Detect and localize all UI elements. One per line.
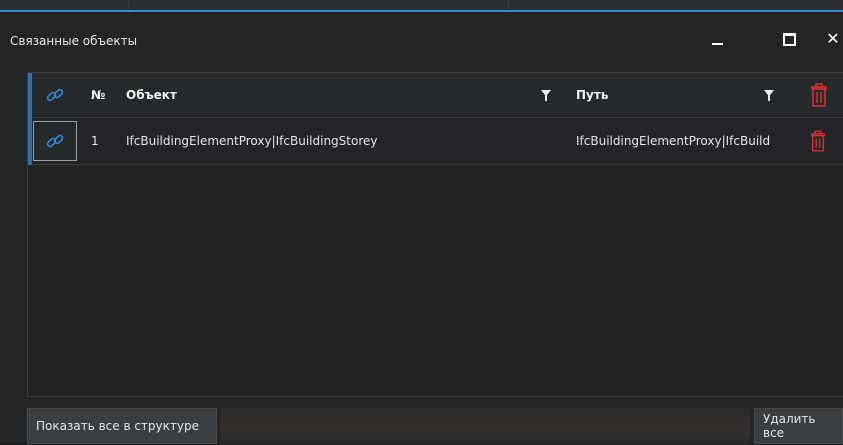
table-header: № Объект Путь xyxy=(28,73,843,118)
path-filter-button[interactable] xyxy=(764,73,774,117)
header-link-cell xyxy=(32,73,78,117)
background-segment xyxy=(0,0,129,10)
row-number: 1 xyxy=(91,134,99,148)
link-icon xyxy=(46,134,64,148)
filter-icon xyxy=(541,89,551,101)
minimize-icon xyxy=(711,43,723,45)
trash-icon xyxy=(811,83,827,107)
link-icon xyxy=(46,88,64,102)
window-title: Связанные объекты xyxy=(10,34,138,48)
row-delete-button[interactable] xyxy=(810,118,826,164)
object-filter-button[interactable] xyxy=(541,73,551,117)
close-icon: ✕ xyxy=(826,29,840,48)
background-strip xyxy=(0,0,843,10)
selection-accent-bar xyxy=(28,73,32,165)
linked-objects-window: Связанные объекты ✕ № Объект Путь 1 IfcB… xyxy=(0,10,843,445)
filter-icon xyxy=(764,89,774,101)
background-segment xyxy=(508,0,843,10)
maximize-icon xyxy=(782,32,796,46)
delete-all-button[interactable]: Удалить все xyxy=(754,408,843,444)
background-blur xyxy=(220,407,750,445)
linked-objects-table: № Объект Путь 1 IfcBuildingElementProxy|… xyxy=(27,72,843,397)
close-button[interactable]: ✕ xyxy=(822,28,843,50)
row-link-cell[interactable] xyxy=(32,118,78,164)
show-all-in-structure-button[interactable]: Показать все в структуре xyxy=(27,408,217,444)
column-path-header[interactable]: Путь xyxy=(576,73,608,117)
column-object-header[interactable]: Объект xyxy=(126,73,177,117)
maximize-button[interactable] xyxy=(778,28,800,50)
table-row[interactable]: 1 IfcBuildingElementProxy|IfcBuildingSto… xyxy=(28,118,843,165)
column-number-header[interactable]: № xyxy=(91,73,105,117)
title-bar: Связанные объекты ✕ xyxy=(0,12,843,62)
delete-all-icon-button[interactable] xyxy=(810,73,828,117)
trash-icon xyxy=(811,130,825,152)
row-link-button[interactable] xyxy=(33,121,77,161)
background-segment xyxy=(128,0,509,10)
row-path: IfcBuildingElementProxy|IfcBuild xyxy=(576,134,771,148)
row-object: IfcBuildingElementProxy|IfcBuildingStore… xyxy=(126,134,378,148)
minimize-button[interactable] xyxy=(706,28,728,50)
